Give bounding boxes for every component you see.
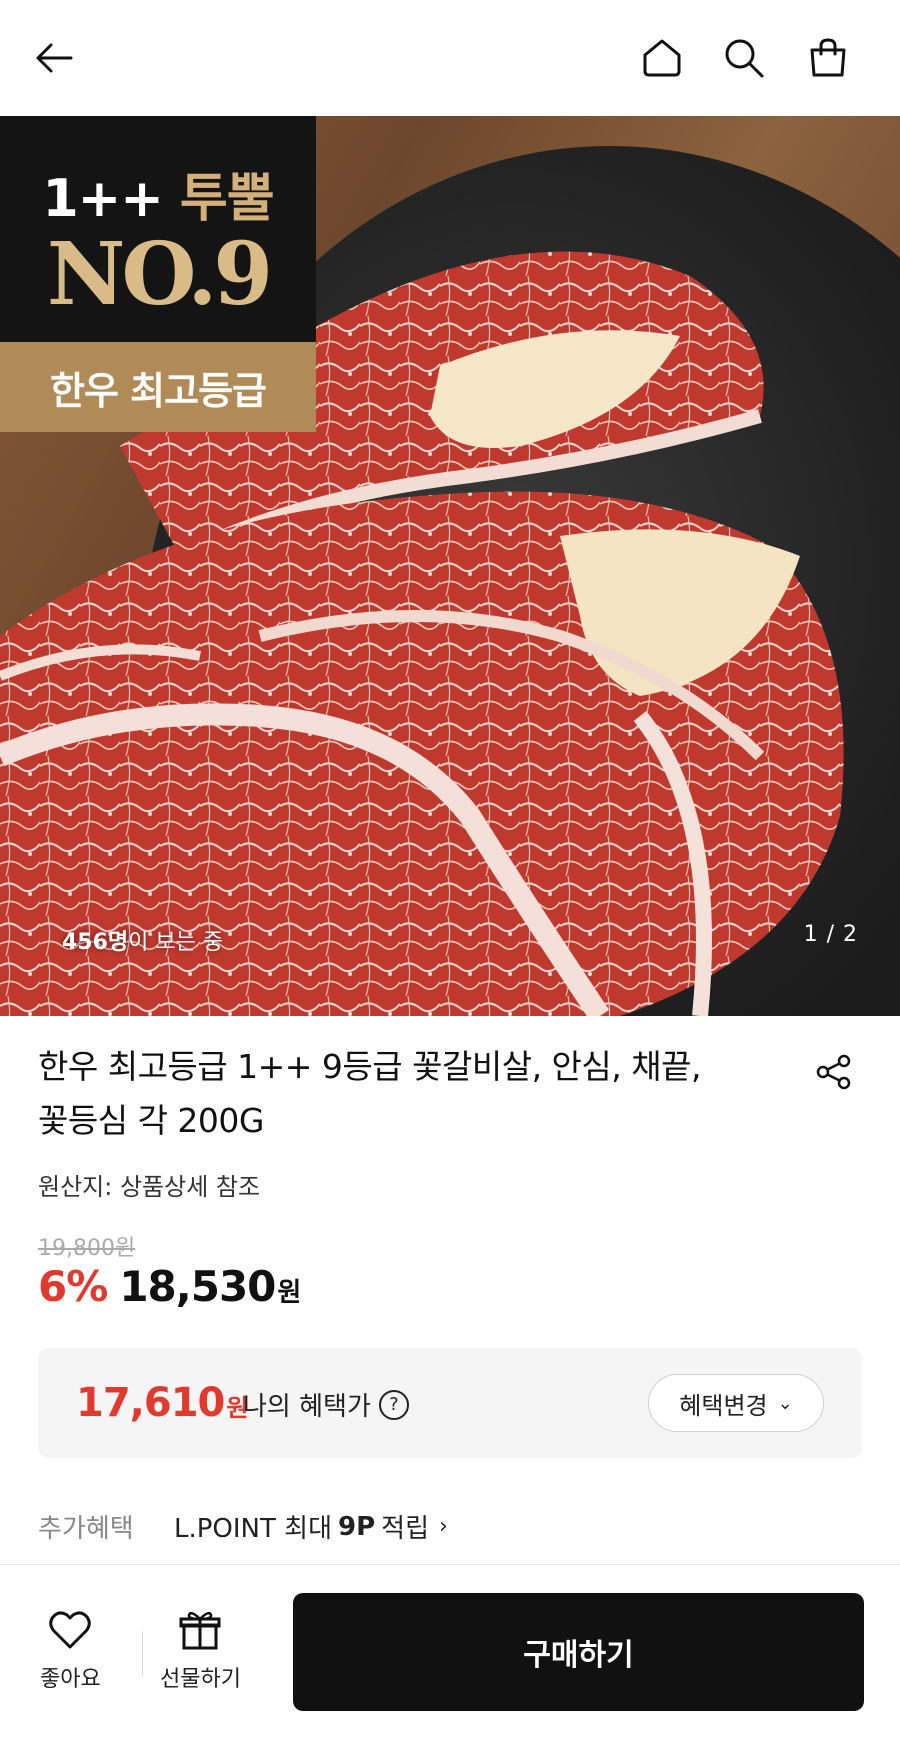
product-image-carousel[interactable]: 1++ 투뿔 NO.9 한우 최고등급 456명이 보는 중 1 / 2 [0, 116, 900, 1016]
bottom-action-bar: 좋아요 선물하기 구매하기 [0, 1564, 900, 1738]
product-title-line1: 한우 최고등급 1++ 9등급 꽃갈비살, 안심, 채끝, [38, 1047, 701, 1086]
buy-button[interactable]: 구매하기 [293, 1593, 864, 1711]
viewers-indicator: 456명이 보는 중 [62, 924, 223, 956]
search-button[interactable] [716, 30, 772, 86]
extra-benefit-row: 추가혜택 L.POINT 최대 9P 적립 › [38, 1508, 448, 1545]
like-label: 좋아요 [40, 1667, 101, 1692]
product-title: 한우 최고등급 1++ 9등급 꽃갈비살, 안심, 채끝, 꽃등심 각 200G [38, 1040, 778, 1148]
chevron-right-icon: › [439, 1514, 448, 1539]
product-title-line2: 꽃등심 각 200G [38, 1101, 264, 1140]
viewers-text: 이 보는 중 [128, 930, 224, 955]
sale-price: 18,530 [119, 1262, 276, 1311]
share-button[interactable] [810, 1048, 858, 1096]
badge-bottom: 한우 최고등급 [0, 342, 316, 432]
badge-top: 1++ 투뿔 NO.9 [0, 116, 316, 342]
change-benefit-label: 혜택변경 [679, 1391, 768, 1420]
lpoint-prefix: L.POINT 최대 [174, 1514, 332, 1544]
badge-grade-text: 1++ [42, 169, 163, 229]
back-button[interactable] [26, 30, 82, 86]
benefit-price: 17,610 원 [76, 1380, 248, 1426]
lpoint-benefit-link[interactable]: L.POINT 최대 9P 적립 › [174, 1508, 448, 1545]
change-benefit-button[interactable]: 혜택변경 ⌄ [648, 1374, 824, 1432]
lpoint-amount: 9P [338, 1511, 376, 1542]
top-app-bar [0, 0, 900, 116]
badge-bottom-text: 한우 최고등급 [50, 368, 267, 413]
benefit-label-text: 나의 혜택가 [243, 1392, 371, 1422]
original-price: 19,800원 [38, 1236, 136, 1261]
badge-line1: 1++ 투뿔 [0, 156, 316, 231]
extra-benefit-label: 추가혜택 [38, 1514, 134, 1544]
discount-rate: 6% [38, 1262, 108, 1311]
like-button[interactable]: 좋아요 [40, 1609, 101, 1693]
grade-badge: 1++ 투뿔 NO.9 한우 최고등급 [0, 116, 316, 432]
badge-number: NO.9 [46, 224, 273, 325]
viewers-count: 456명 [62, 930, 129, 955]
cart-button[interactable] [800, 30, 856, 86]
gift-button[interactable]: 선물하기 [160, 1609, 241, 1693]
home-icon [643, 39, 681, 77]
gift-label: 선물하기 [160, 1667, 241, 1692]
price-currency: 원 [277, 1278, 302, 1308]
price-row: 6% 18,530 원 [38, 1262, 301, 1311]
search-icon [725, 39, 764, 78]
benefit-price-box: 17,610 원 나의 혜택가 ? 혜택변경 ⌄ [38, 1348, 862, 1458]
chevron-down-icon: ⌄ [777, 1392, 793, 1414]
share-icon [816, 1054, 851, 1090]
benefit-label: 나의 혜택가 ? [243, 1386, 409, 1423]
origin-info: 원산지: 상품상세 참조 [38, 1173, 261, 1201]
image-pager: 1 / 2 [803, 922, 858, 947]
badge-grade-name: 투뿔 [179, 169, 275, 229]
heart-icon [49, 1611, 92, 1649]
lpoint-suffix: 적립 [381, 1514, 429, 1544]
shopping-bag-icon [810, 38, 846, 77]
gift-icon [179, 1611, 221, 1650]
help-icon[interactable]: ? [378, 1389, 409, 1420]
home-button[interactable] [634, 30, 690, 86]
benefit-price-value: 17,610 [76, 1380, 225, 1426]
arrow-left-icon [36, 43, 73, 73]
divider [142, 1631, 143, 1677]
